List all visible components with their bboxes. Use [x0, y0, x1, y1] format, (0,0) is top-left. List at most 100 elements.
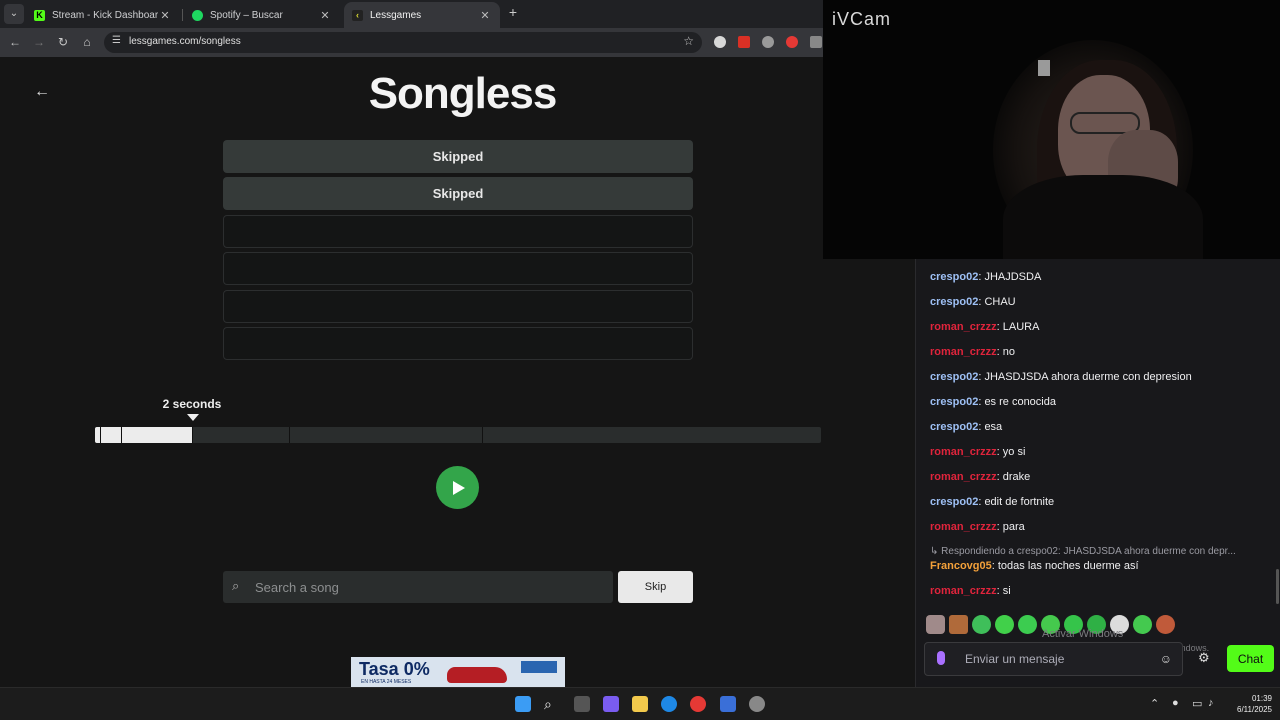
- chat-message: roman_crzzz: LAURA: [930, 321, 1040, 333]
- copilot-icon[interactable]: [603, 696, 619, 712]
- windows-start-icon[interactable]: [515, 696, 531, 712]
- chat-message-input[interactable]: [965, 651, 1155, 667]
- song-search-input[interactable]: [255, 577, 595, 597]
- chat-username[interactable]: roman_crzzz: [930, 321, 997, 333]
- timeline-tick: [192, 427, 193, 443]
- chat-text: edit de fortnite: [984, 496, 1055, 508]
- file-explorer-icon[interactable]: [632, 696, 648, 712]
- edge-icon[interactable]: [661, 696, 677, 712]
- chat-text: LAURA: [1002, 321, 1040, 333]
- tab-divider: [182, 9, 183, 21]
- tab-kick-dashboard[interactable]: K Stream - Kick Dashboard ✕: [26, 2, 180, 28]
- tab-spotify[interactable]: Spotify – Buscar ✕: [184, 2, 340, 28]
- chat-username[interactable]: roman_crzzz: [930, 471, 997, 483]
- record-extension-icon[interactable]: [786, 36, 798, 48]
- timeline-tick: [482, 427, 483, 443]
- chat-message: crespo02: JHASDJSDA ahora duerme con dep…: [930, 371, 1192, 383]
- task-view-icon[interactable]: [574, 696, 590, 712]
- chat-username[interactable]: crespo02: [930, 496, 978, 508]
- microphone-tray-icon[interactable]: ●: [1172, 697, 1179, 709]
- skip-button[interactable]: Skip: [618, 571, 693, 603]
- back-icon[interactable]: ←: [7, 34, 23, 50]
- clock-time: 01:39: [1251, 694, 1272, 703]
- chat-scrollbar[interactable]: [1276, 569, 1279, 604]
- chat-text: es re conocida: [984, 396, 1056, 408]
- song-search-box[interactable]: ⌕: [223, 571, 613, 603]
- send-chat-button[interactable]: Chat: [1227, 645, 1274, 672]
- emote-icon[interactable]: [1133, 615, 1152, 634]
- bookmark-star-icon[interactable]: ☆: [683, 34, 694, 48]
- webcam-person-body: [1003, 175, 1203, 259]
- chat-username[interactable]: Francovg05: [930, 560, 992, 572]
- store-icon[interactable]: [720, 696, 736, 712]
- song-timeline[interactable]: [95, 427, 821, 443]
- chat-username[interactable]: crespo02: [930, 271, 978, 283]
- close-tab-icon[interactable]: ✕: [318, 9, 332, 22]
- network-icon[interactable]: ▭: [1192, 697, 1202, 710]
- emote-icon[interactable]: [995, 615, 1014, 634]
- tray-chevron-icon[interactable]: ⌃: [1150, 697, 1159, 710]
- address-bar[interactable]: ☰ lessgames.com/songless ☆: [104, 32, 702, 53]
- spotify-icon: [192, 9, 203, 21]
- search-icon: ⌕: [232, 578, 240, 593]
- chat-text: JHASDJSDA ahora duerme con depresion: [984, 371, 1192, 383]
- emote-icon[interactable]: [972, 615, 991, 634]
- chat-message: roman_crzzz: drake: [930, 471, 1031, 483]
- browser-toolbar: ← → ↻ ⌂ ☰ lessgames.com/songless ☆: [0, 28, 823, 57]
- emote-icon[interactable]: [1156, 615, 1175, 634]
- extensions-puzzle-icon[interactable]: [810, 36, 822, 48]
- extension-icon[interactable]: [762, 36, 774, 48]
- volume-icon[interactable]: ♪: [1208, 697, 1214, 709]
- emote-icon[interactable]: [949, 615, 968, 634]
- emote-icon[interactable]: [926, 615, 945, 634]
- chat-username[interactable]: crespo02: [930, 421, 978, 433]
- forward-icon[interactable]: →: [31, 34, 47, 50]
- obs-icon[interactable]: [749, 696, 765, 712]
- ad-brand-logo: [521, 661, 557, 673]
- search-icon[interactable]: ⌕: [544, 696, 560, 712]
- site-info-icon[interactable]: ☰: [112, 35, 121, 46]
- extension-icon[interactable]: [738, 36, 750, 48]
- extension-icon[interactable]: [714, 36, 726, 48]
- chat-username[interactable]: roman_crzzz: [930, 585, 997, 597]
- chat-input-box[interactable]: ☺: [924, 642, 1183, 676]
- taskbar-clock[interactable]: 01:39 6/11/2025: [1222, 693, 1272, 715]
- advertisement-banner[interactable]: Tasa 0% EN HASTA 24 MESES: [351, 657, 565, 687]
- chat-username[interactable]: roman_crzzz: [930, 521, 997, 533]
- microphone-icon[interactable]: [937, 651, 945, 665]
- chat-message: roman_crzzz: yo si: [930, 446, 1026, 458]
- tab-lessgames[interactable]: ‹ Lessgames ✕: [344, 2, 500, 28]
- chat-message: roman_crzzz: si: [930, 585, 1011, 597]
- webcam-background-object: [1038, 60, 1050, 76]
- chrome-icon[interactable]: [690, 696, 706, 712]
- webcam-title: iVCam: [832, 9, 892, 29]
- timeline-fill: [95, 427, 193, 443]
- gear-icon[interactable]: ⚙: [1198, 650, 1210, 666]
- emote-icon[interactable]: [1018, 615, 1037, 634]
- tab-label: Stream - Kick Dashboard: [52, 9, 158, 21]
- back-arrow-icon[interactable]: ←: [34, 83, 50, 101]
- guess-row-3: [223, 215, 693, 248]
- guess-row-6: [223, 327, 693, 360]
- timeline-tick: [289, 427, 290, 443]
- chat-message: crespo02: JHAJDSDA: [930, 271, 1042, 283]
- tab-search-button[interactable]: ⌄: [4, 4, 24, 24]
- chat-username[interactable]: crespo02: [930, 371, 978, 383]
- home-icon[interactable]: ⌂: [79, 34, 95, 50]
- reload-icon[interactable]: ↻: [55, 34, 71, 50]
- chat-username[interactable]: roman_crzzz: [930, 346, 997, 358]
- chat-username[interactable]: crespo02: [930, 396, 978, 408]
- reply-context: ↳ Respondiendo a crespo02: JHASDJSDA aho…: [930, 546, 1236, 557]
- chat-text: todas las noches duerme así: [997, 560, 1139, 572]
- close-tab-icon[interactable]: ✕: [158, 9, 172, 22]
- new-tab-icon[interactable]: +: [505, 4, 521, 22]
- guess-row-2: Skipped: [223, 177, 693, 210]
- chat-username[interactable]: crespo02: [930, 296, 978, 308]
- clock-date: 6/11/2025: [1237, 705, 1272, 714]
- play-button[interactable]: [436, 466, 479, 509]
- close-tab-icon[interactable]: ✕: [478, 9, 492, 22]
- chat-username[interactable]: roman_crzzz: [930, 446, 997, 458]
- emoji-icon[interactable]: ☺: [1160, 652, 1172, 666]
- guess-row-4: [223, 252, 693, 285]
- chat-message: roman_crzzz: no: [930, 346, 1016, 358]
